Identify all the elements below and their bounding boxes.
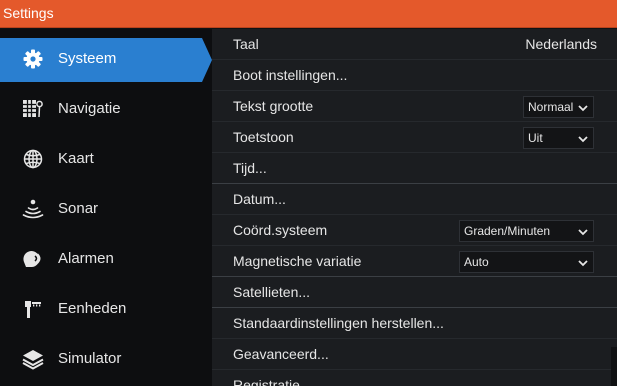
sidebar-item-navigatie[interactable]: Navigatie bbox=[0, 84, 212, 134]
scrollbar[interactable] bbox=[611, 347, 617, 386]
sidebar-item-label: Eenheden bbox=[58, 300, 127, 317]
chevron-down-icon bbox=[577, 256, 589, 268]
dropdown-value: Graden/Minuten bbox=[464, 224, 551, 238]
dropdown-value: Uit bbox=[528, 131, 543, 145]
sidebar-item-alarmen[interactable]: Alarmen bbox=[0, 234, 212, 284]
row-registratie[interactable]: Registratie... bbox=[212, 370, 617, 386]
row-label: Tekst grootte bbox=[233, 98, 314, 114]
sidebar-item-label: Navigatie bbox=[58, 100, 121, 117]
sidebar-item-label: Alarmen bbox=[58, 250, 114, 267]
row-satellieten[interactable]: Satellieten... bbox=[212, 277, 617, 308]
window-title: Settings bbox=[3, 5, 54, 21]
gear-icon bbox=[22, 48, 44, 70]
dropdown-value: Auto bbox=[464, 255, 489, 269]
row-label: Datum... bbox=[233, 191, 286, 207]
row-label: Geavanceerd... bbox=[233, 346, 329, 362]
navigation-icon bbox=[22, 98, 44, 120]
chevron-down-icon bbox=[577, 132, 589, 144]
sidebar-item-eenheden[interactable]: Eenheden bbox=[0, 284, 212, 334]
settings-sidebar: Systeem Navigatie Kaart Sonar Alarmen Ee… bbox=[0, 29, 212, 386]
coord-system-dropdown[interactable]: Graden/Minuten bbox=[459, 220, 594, 242]
sidebar-item-simulator[interactable]: Simulator bbox=[0, 334, 212, 384]
row-coord-systeem[interactable]: Coörd.systeem Graden/Minuten bbox=[212, 215, 617, 246]
row-tijd[interactable]: Tijd... bbox=[212, 153, 617, 184]
sidebar-item-systeem[interactable]: Systeem bbox=[0, 34, 212, 84]
row-label: Satellieten... bbox=[233, 284, 311, 300]
row-boot-instellingen[interactable]: Boot instellingen... bbox=[212, 60, 617, 91]
chevron-down-icon bbox=[577, 225, 589, 237]
sidebar-item-label: Simulator bbox=[58, 350, 122, 367]
row-label: Magnetische variatie bbox=[233, 253, 362, 269]
magnetic-variation-dropdown[interactable]: Auto bbox=[459, 251, 594, 273]
row-label: Toetstoon bbox=[233, 129, 294, 145]
alarm-icon bbox=[22, 248, 44, 270]
layers-icon bbox=[22, 348, 44, 370]
language-value: Nederlands bbox=[525, 36, 597, 52]
row-tekst-grootte[interactable]: Tekst grootte Normaal bbox=[212, 91, 617, 122]
title-bar: Settings bbox=[0, 0, 617, 28]
row-magnetische-variatie[interactable]: Magnetische variatie Auto bbox=[212, 246, 617, 277]
row-geavanceerd[interactable]: Geavanceerd... bbox=[212, 339, 617, 370]
row-label: Boot instellingen... bbox=[233, 67, 348, 83]
sidebar-item-label: Sonar bbox=[58, 200, 99, 217]
row-standaardinstellingen[interactable]: Standaardinstellingen herstellen... bbox=[212, 308, 617, 339]
sidebar-item-sonar[interactable]: Sonar bbox=[0, 184, 212, 234]
key-tone-dropdown[interactable]: Uit bbox=[523, 127, 594, 149]
row-label: Coörd.systeem bbox=[233, 222, 328, 238]
row-label: Registratie... bbox=[233, 377, 312, 386]
dropdown-value: Normaal bbox=[528, 100, 574, 114]
units-icon bbox=[22, 298, 44, 320]
row-label: Tijd... bbox=[233, 160, 267, 176]
sidebar-item-kaart[interactable]: Kaart bbox=[0, 134, 212, 184]
row-label: Standaardinstellingen herstellen... bbox=[233, 315, 444, 331]
globe-icon bbox=[22, 148, 44, 170]
sidebar-item-label: Kaart bbox=[58, 150, 94, 167]
text-size-dropdown[interactable]: Normaal bbox=[523, 96, 594, 118]
settings-panel: Taal Nederlands Boot instellingen... Tek… bbox=[212, 29, 617, 386]
sonar-icon bbox=[22, 198, 44, 220]
chevron-down-icon bbox=[577, 101, 589, 113]
row-toetstoon[interactable]: Toetstoon Uit bbox=[212, 122, 617, 153]
row-taal[interactable]: Taal Nederlands bbox=[212, 29, 617, 60]
row-datum[interactable]: Datum... bbox=[212, 184, 617, 215]
row-label: Taal bbox=[233, 36, 259, 52]
sidebar-item-label: Systeem bbox=[58, 50, 117, 67]
